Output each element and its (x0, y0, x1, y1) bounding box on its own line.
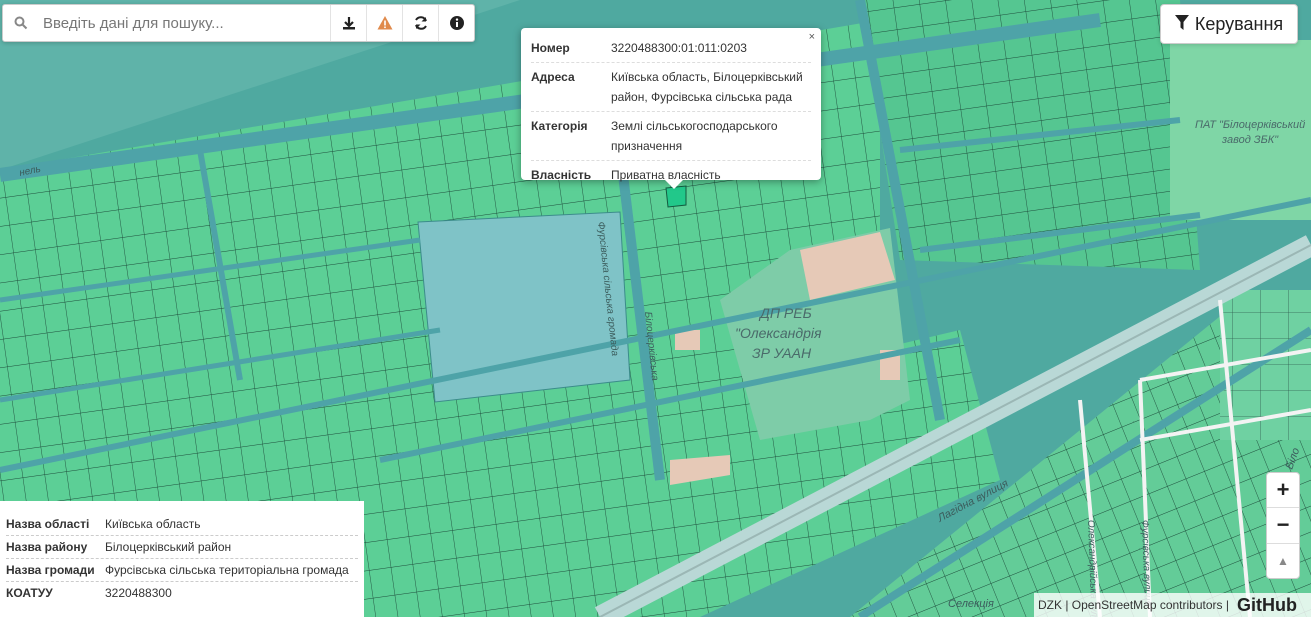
info-key: Назва громади (6, 563, 95, 577)
info-row: КОАТУУ 3220488300 (6, 582, 358, 604)
popup-value: Приватна власність (611, 168, 721, 182)
filter-icon (1174, 14, 1189, 35)
popup-key: Адреса (531, 70, 575, 84)
popup-value: Київська область, Білоцерківський район,… (611, 70, 803, 104)
control-button[interactable]: Керування (1160, 4, 1298, 44)
parcel-popup: × Номер 3220488300:01:011:0203 Адреса Ки… (521, 28, 821, 189)
popup-row: Категорія Землі сільськогосподарського п… (531, 112, 811, 161)
control-label: Керування (1194, 13, 1284, 34)
github-link[interactable]: GitHub (1237, 595, 1297, 616)
village-label: Селекція (948, 598, 994, 610)
download-icon[interactable] (330, 5, 366, 41)
popup-key: Категорія (531, 119, 588, 133)
plant-label: ПАТ "Білоцерківський (1195, 119, 1305, 131)
zoom-out-button[interactable]: − (1267, 508, 1299, 544)
search-input[interactable] (39, 8, 330, 38)
info-icon[interactable] (438, 5, 474, 41)
zoom-in-button[interactable]: + (1267, 473, 1299, 509)
popup-value: Землі сільськогосподарського призначення (611, 119, 778, 153)
info-value: 3220488300 (105, 586, 172, 600)
popup-key: Номер (531, 41, 570, 55)
attribution-text[interactable]: DZK | OpenStreetMap contributors | (1038, 598, 1229, 612)
zoom-control: + − ▲ (1266, 472, 1300, 579)
info-value: Фурсівська сільська територіальна громад… (105, 563, 349, 577)
popup-row: Номер 3220488300:01:011:0203 (531, 34, 811, 63)
info-row: Назва області Київська область (6, 513, 358, 536)
north-arrow-icon: ▲ (1277, 553, 1289, 568)
reset-north-button[interactable]: ▲ (1267, 544, 1299, 578)
map-attribution: DZK | OpenStreetMap contributors | GitHu… (1034, 593, 1311, 617)
info-key: КОАТУУ (6, 586, 53, 600)
popup-row: Адреса Київська область, Білоцерківський… (531, 63, 811, 112)
info-key: Назва району (6, 540, 88, 554)
info-value: Київська область (105, 517, 201, 531)
search-icon (3, 16, 39, 30)
info-row: Назва громади Фурсівська сільська терито… (6, 559, 358, 582)
info-value: Білоцерківський район (105, 540, 232, 554)
region-info-panel: Назва області Київська область Назва рай… (0, 501, 364, 617)
info-key: Назва області (6, 517, 90, 531)
org-label: ДП РЕБ (758, 305, 812, 321)
popup-row: Власність Приватна власність (531, 161, 811, 189)
popup-value: 3220488300:01:011:0203 (611, 41, 747, 55)
search-bar (2, 4, 475, 42)
popup-key: Власність (531, 168, 592, 182)
refresh-icon[interactable] (402, 5, 438, 41)
info-row: Назва району Білоцерківський район (6, 536, 358, 559)
warning-icon[interactable] (366, 5, 402, 41)
plant-label-2: завод ЗБК" (1221, 134, 1279, 146)
close-icon[interactable]: × (809, 31, 815, 43)
org-label-2: "Олександрія (735, 325, 822, 341)
org-label-3: ЗР УААН (752, 345, 812, 361)
